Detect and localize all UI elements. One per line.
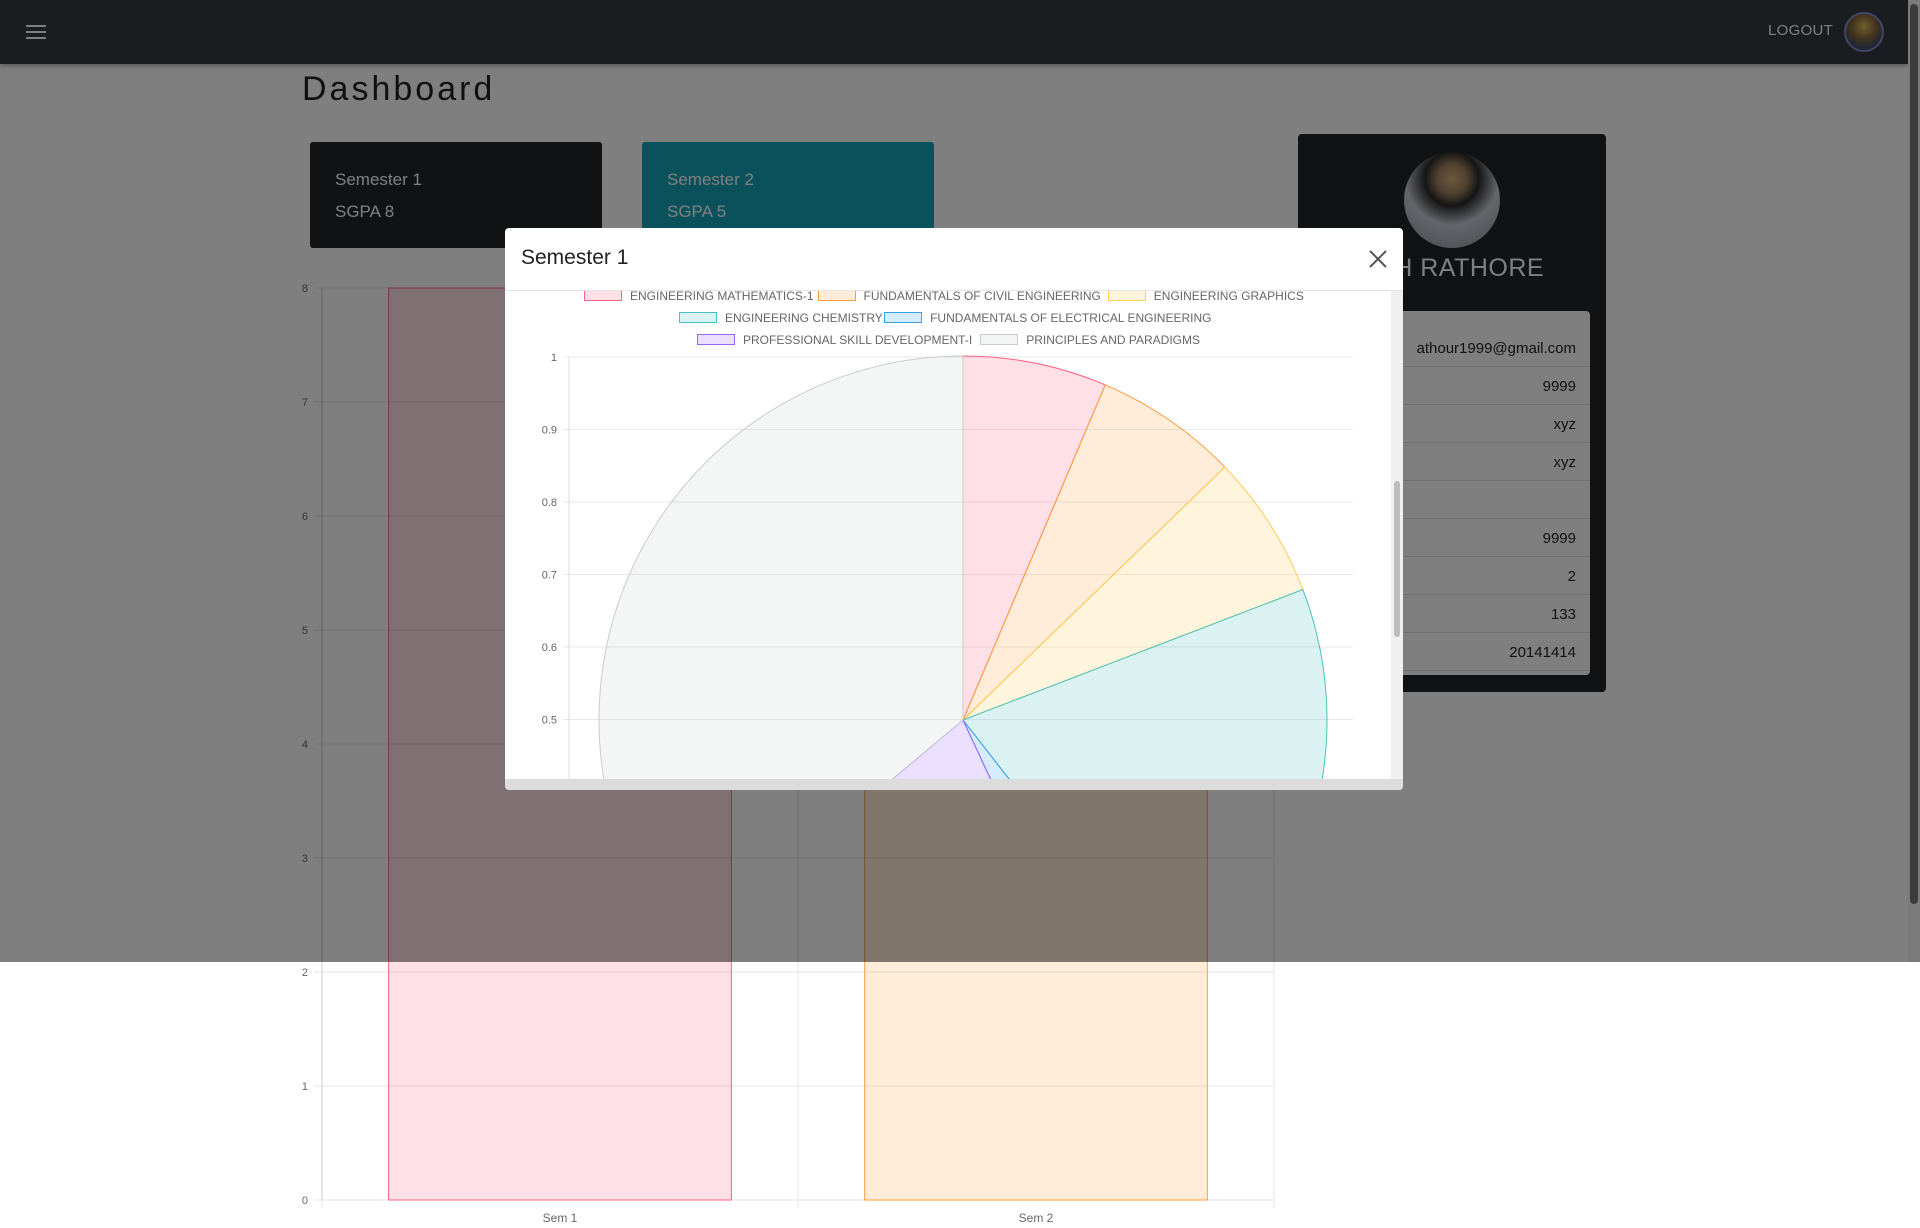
x-tick-label: Sem 1 [543,1211,578,1225]
y-tick-label: 0 [302,1195,308,1207]
subject-pie-chart: 1 0.9 0.8 0.7 0.6 0.5 [542,352,1353,779]
pie-y-tick-label: 0.9 [542,425,557,437]
pie-y-tick-label: 0.5 [542,715,557,727]
modal-title: Semester 1 [521,246,629,269]
pie-y-tick-label: 0.8 [542,497,557,509]
pie-y-tick-label: 1 [551,352,557,364]
y-tick-label: 1 [302,1081,308,1093]
pie-y-tick-label: 0.7 [542,570,557,582]
close-icon[interactable] [1367,248,1389,270]
modal-vertical-scrollbar[interactable] [1391,291,1403,779]
modal-horizontal-scrollbar[interactable] [505,779,1403,790]
pie-y-tick-label: 0.6 [542,642,557,654]
semester-modal: Semester 1 ENGINEERING MATHEMATICS-1 FUND… [505,228,1403,790]
page-scrollbar-thumb[interactable] [1910,4,1918,904]
y-tick-label: 2 [302,967,308,979]
pie-slice-principles-and-paradigms[interactable] [598,355,964,779]
x-tick-label: Sem 2 [1019,1211,1054,1225]
modal-body: ENGINEERING MATHEMATICS-1 FUNDAMENTALS OF… [505,291,1391,779]
modal-header: Semester 1 [505,228,1403,291]
